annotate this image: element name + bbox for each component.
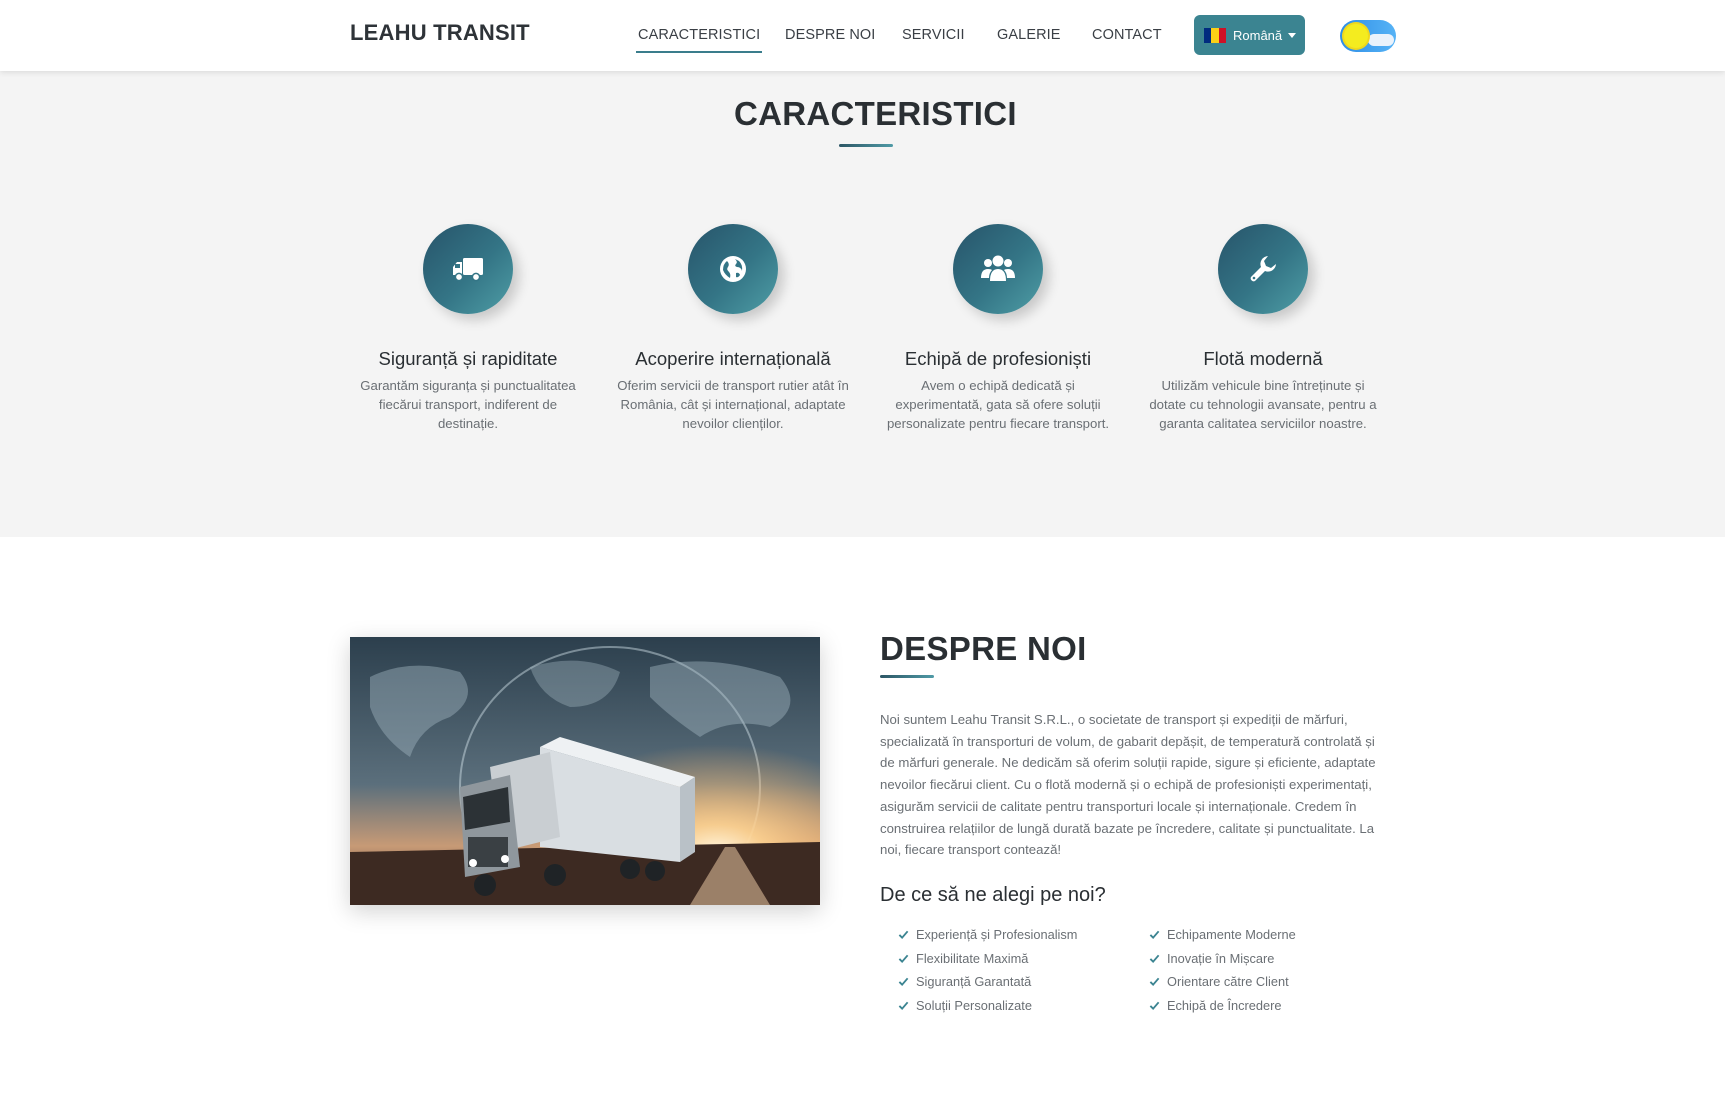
why-us-heading: De ce să ne alegi pe noi? <box>880 884 1106 906</box>
check-icon <box>1149 954 1160 964</box>
check-icon <box>898 1001 909 1011</box>
list-item: Siguranță Garantată <box>898 974 1031 989</box>
check-icon <box>1149 977 1160 987</box>
list-item-label: Siguranță Garantată <box>916 974 1032 989</box>
theme-toggle[interactable] <box>1340 20 1396 52</box>
nav-contact[interactable]: CONTACT <box>1092 27 1162 43</box>
feature-text: Garantăm siguranța și punctualitatea fie… <box>360 378 576 431</box>
cloud-icon <box>1368 34 1394 46</box>
about-truck-image <box>350 637 820 905</box>
features-section: CARACTERISTICI Siguranță și rapiditate G… <box>0 71 1725 537</box>
wrench-icon <box>1218 224 1308 314</box>
features-title: CARACTERISTICI <box>734 95 1017 132</box>
nav-caracteristici[interactable]: CARACTERISTICI <box>635 27 763 53</box>
nav-servicii[interactable]: SERVICII <box>902 27 965 43</box>
list-item-label: Inovație în Mișcare <box>1167 951 1275 966</box>
list-item-label: Experiență și Profesionalism <box>916 927 1078 942</box>
feature-text: Avem o echipă dedicată și experimentată,… <box>886 378 1110 431</box>
check-icon <box>1149 1001 1160 1011</box>
list-item-label: Soluții Personalizate <box>916 998 1032 1013</box>
romania-flag-icon <box>1204 27 1226 43</box>
about-title: DESPRE NOI <box>880 630 1087 667</box>
list-item: Orientare către Client <box>1149 974 1289 989</box>
list-item-label: Orientare către Client <box>1167 974 1289 989</box>
list-item-label: Flexibilitate Maximă <box>916 951 1029 966</box>
site-header: LEAHU TRANSIT CARACTERISTICI DESPRE NOI … <box>0 0 1725 71</box>
about-title-underline <box>880 675 934 678</box>
about-paragraph: Noi suntem Leahu Transit S.R.L., o socie… <box>880 712 1376 858</box>
features-title-underline <box>839 144 893 147</box>
feature-title: Siguranță și rapiditate <box>378 348 558 369</box>
feature-title: Flotă modernă <box>1203 348 1323 369</box>
list-item-label: Echipamente Moderne <box>1167 927 1296 942</box>
language-selector[interactable]: Română <box>1194 15 1305 55</box>
list-item: Soluții Personalizate <box>898 998 1032 1013</box>
check-icon <box>1149 930 1160 940</box>
check-icon <box>898 930 909 940</box>
globe-icon <box>688 224 778 314</box>
nav-galerie[interactable]: GALERIE <box>997 27 1061 43</box>
feature-title: Acoperire internațională <box>635 348 831 369</box>
list-item: Echipă de Încredere <box>1149 998 1282 1013</box>
feature-text: Utilizăm vehicule bine întreținute și do… <box>1149 378 1377 431</box>
site-logo[interactable]: LEAHU TRANSIT <box>350 20 530 46</box>
nav-despre-noi[interactable]: DESPRE NOI <box>785 27 875 43</box>
check-icon <box>898 954 909 964</box>
feature-text: Oferim servicii de transport rutier atât… <box>617 378 849 431</box>
users-icon <box>953 224 1043 314</box>
list-item-label: Echipă de Încredere <box>1167 998 1282 1013</box>
list-item: Flexibilitate Maximă <box>898 951 1028 966</box>
list-item: Inovație în Mișcare <box>1149 951 1274 966</box>
check-icon <box>898 977 909 987</box>
sun-icon <box>1344 24 1368 48</box>
caret-down-icon <box>1288 32 1297 38</box>
feature-title: Echipă de profesioniști <box>904 348 1092 369</box>
language-label: Română <box>1233 27 1283 43</box>
truck-icon <box>423 224 513 314</box>
list-item: Echipamente Moderne <box>1149 927 1296 942</box>
list-item: Experiență și Profesionalism <box>898 927 1077 942</box>
